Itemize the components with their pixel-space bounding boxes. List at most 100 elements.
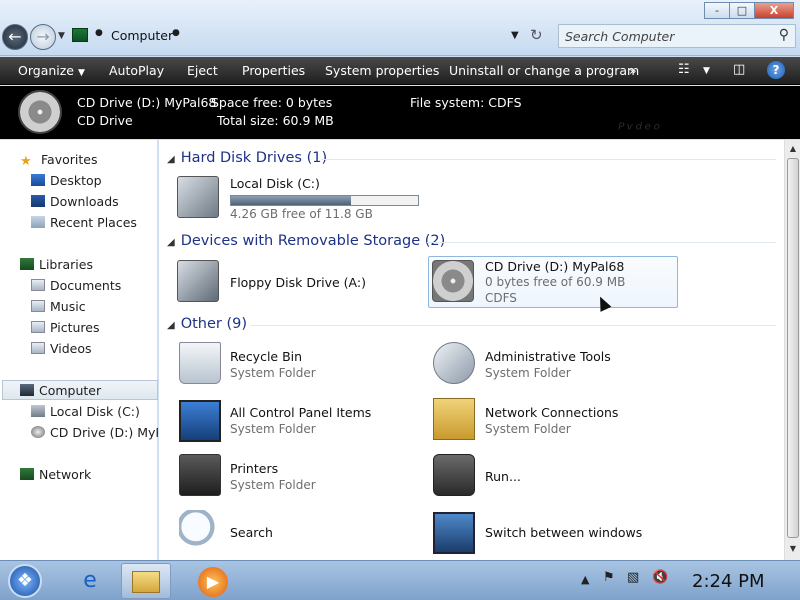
taskbar: ❖ e ▶ ▲ ⚑ ▧ 🔇 2:24 PM [0,560,800,600]
nav-favorites-label: Favorites [41,152,98,167]
maximize-button[interactable]: □ [729,2,755,19]
pictures-icon [31,321,45,333]
window-controls: - □ X [704,2,794,19]
nav-desktop-label: Desktop [50,173,102,188]
forward-button[interactable]: → [30,24,56,50]
recycle-bin-name: Recycle Bin [230,349,303,364]
eject-button[interactable]: Eject [187,63,218,78]
nav-libraries[interactable]: Libraries [20,257,93,272]
show-hidden-icons-icon[interactable]: ▲ [581,573,589,586]
computer-icon [72,28,88,42]
details-drive-name: CD Drive (D:) MyPal68 [77,95,217,110]
command-bar: Organize ▼ AutoPlay Eject Properties Sys… [0,57,800,85]
back-button[interactable]: ← [2,24,28,50]
breadcrumb-computer[interactable]: Computer [111,28,173,43]
breadcrumb-separator-icon[interactable]: ● [95,28,103,38]
vertical-scrollbar[interactable]: ▲ ▼ [784,140,800,560]
nav-recent-label: Recent Places [50,215,137,230]
uninstall-program-button[interactable]: Uninstall or change a program [449,63,639,78]
autoplay-button[interactable]: AutoPlay [109,63,164,78]
nav-documents[interactable]: Documents [31,278,121,293]
scroll-down-icon[interactable]: ▼ [786,542,800,556]
preview-pane-icon[interactable]: ◫ [733,62,745,77]
cd-drive-free: 0 bytes free of 60.9 MB [485,275,626,289]
nav-cd-drive-label: CD Drive (D:) MyPal68 [50,425,158,440]
address-dropdown-icon[interactable]: ▼ [511,30,519,41]
scrollbar-thumb[interactable] [787,158,799,538]
close-button[interactable]: X [754,2,794,19]
nav-downloads[interactable]: Downloads [31,194,119,209]
nav-music[interactable]: Music [31,299,86,314]
organize-button[interactable]: Organize ▼ [18,63,85,78]
control-panel-name: All Control Panel Items [230,405,372,420]
group-divider [427,242,776,243]
group-divider [251,325,776,326]
run-name: Run... [485,469,521,484]
nav-cd-drive[interactable]: CD Drive (D:) MyPal68 [31,425,158,440]
search-icon[interactable]: ⚲ [779,27,789,43]
nav-libraries-label: Libraries [39,257,93,272]
collapse-arrow-icon: ◢ [167,154,175,165]
downloads-icon [31,195,45,207]
nav-local-disk[interactable]: Local Disk (C:) [31,404,140,419]
view-options-dropdown-icon[interactable]: ▼ [703,66,710,76]
nav-recent-places[interactable]: Recent Places [31,215,137,230]
hard-disk-icon [177,176,219,218]
help-icon[interactable]: ? [767,61,785,79]
collapse-arrow-icon: ◢ [167,237,175,248]
action-center-flag-icon[interactable]: ⚑ [603,570,615,585]
system-properties-button[interactable]: System properties [325,63,439,78]
nav-favorites[interactable]: ★ Favorites [20,152,98,169]
local-disk-free: 4.26 GB free of 11.8 GB [230,207,373,221]
internet-explorer-icon[interactable]: e [65,563,115,599]
details-pane: CD Drive (D:) MyPal68 CD Drive Space fre… [0,86,800,140]
group-divider [321,159,776,160]
local-disk-usage-fill [231,196,351,205]
nav-pictures[interactable]: Pictures [31,320,100,335]
nav-videos[interactable]: Videos [31,341,92,356]
media-player-icon[interactable]: ▶ [188,563,238,599]
more-commands-button[interactable]: » [629,63,637,78]
switch-windows-icon [433,512,475,554]
recent-pages-dropdown-icon[interactable]: ▼ [58,31,65,41]
properties-button[interactable]: Properties [242,63,305,78]
group-hard-disk-drives[interactable]: ◢ Hard Disk Drives (1) [167,150,327,166]
printers-type: System Folder [230,478,316,492]
change-view-icon[interactable]: ☷ [678,62,690,77]
windows-explorer-taskbar-button[interactable] [121,563,171,599]
cd-drive-name: CD Drive (D:) MyPal68 [485,259,625,274]
hard-disk-icon [31,405,45,417]
search-input[interactable]: Search Computer ⚲ [558,24,796,48]
search-name: Search [230,525,273,540]
play-icon: ▶ [198,567,228,597]
cd-drive-icon [432,260,474,302]
admin-tools-type: System Folder [485,366,571,380]
volume-muted-icon[interactable]: 🔇 [652,570,668,585]
recent-places-icon [31,216,45,228]
start-button[interactable]: ❖ [8,564,42,598]
music-icon [31,300,45,312]
recycle-bin-type: System Folder [230,366,316,380]
nav-network-label: Network [39,467,92,482]
refresh-icon[interactable]: ↻ [530,26,543,44]
local-disk-usage-bar [230,195,419,206]
floppy-name: Floppy Disk Drive (A:) [230,275,366,290]
group-hdd-label: Hard Disk Drives (1) [180,150,328,166]
minimize-button[interactable]: - [704,2,730,19]
group-other-label: Other (9) [180,316,248,332]
nav-computer-label: Computer [39,383,102,398]
computer-icon [20,384,34,396]
nav-computer[interactable]: Computer [20,383,101,398]
scroll-up-icon[interactable]: ▲ [786,142,800,156]
details-file-system: File system: CDFS [410,95,522,110]
floppy-drive-icon [177,260,219,302]
nav-downloads-label: Downloads [50,194,119,209]
network-tray-icon[interactable]: ▧ [627,570,639,585]
network-connections-type: System Folder [485,422,571,436]
group-removable-storage[interactable]: ◢ Devices with Removable Storage (2) [167,233,445,249]
nav-network[interactable]: Network [20,467,91,482]
clock[interactable]: 2:24 PM [692,571,765,592]
group-other[interactable]: ◢ Other (9) [167,316,247,332]
breadcrumb-separator-icon[interactable]: ● [172,28,180,38]
nav-desktop[interactable]: Desktop [31,173,102,188]
